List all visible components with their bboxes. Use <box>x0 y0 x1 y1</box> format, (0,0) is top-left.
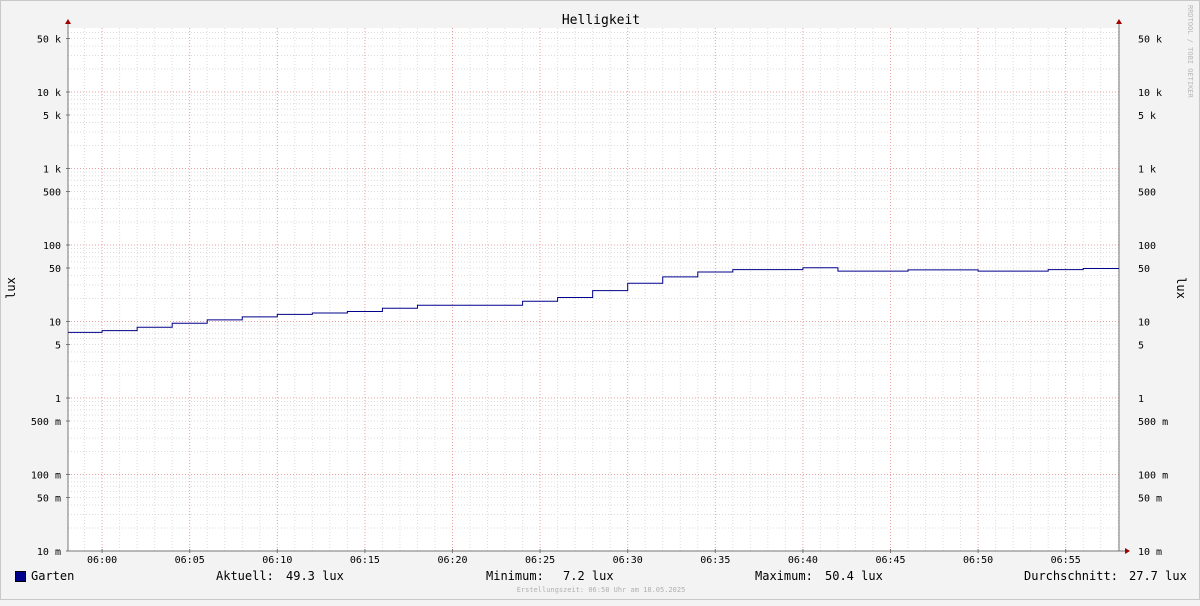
y-tick-label-left: 1 <box>55 394 61 405</box>
legend-current-value: 49.3 lux <box>286 569 344 583</box>
y-tick-label-right: 50 <box>1138 264 1150 275</box>
y-tick-label-left: 10 <box>49 318 61 329</box>
x-axis-arrow <box>1125 548 1130 554</box>
x-tick-label: 06:35 <box>700 555 730 566</box>
x-tick-label: 06:40 <box>788 555 818 566</box>
y-tick-label-right: 1 k <box>1138 165 1156 176</box>
x-tick-label: 06:30 <box>613 555 643 566</box>
legend-max-label: Maximum: <box>755 569 813 583</box>
x-tick-label: 06:20 <box>437 555 467 566</box>
x-tick-label: 06:15 <box>350 555 380 566</box>
x-tick-label: 06:10 <box>262 555 292 566</box>
y-tick-label-right: 1 <box>1138 394 1144 405</box>
legend-min-value: 7.2 lux <box>563 569 614 583</box>
y-tick-label-left: 50 k <box>37 35 61 46</box>
chart-title: Helligkeit <box>562 13 640 28</box>
y-tick-label-right: 100 m <box>1138 471 1168 482</box>
x-tick-label: 06:50 <box>963 555 993 566</box>
legend-max-value: 50.4 lux <box>825 569 883 583</box>
x-tick-label: 06:25 <box>525 555 555 566</box>
y-tick-label-right: 100 <box>1138 241 1156 252</box>
y-tick-label-right: 5 k <box>1138 111 1156 122</box>
y-tick-label-left: 50 m <box>37 494 61 505</box>
plot-background <box>68 28 1119 551</box>
y-tick-label-left: 5 k <box>43 111 61 122</box>
y-axis-label-right: lux <box>1174 277 1188 299</box>
legend-min-label: Minimum: <box>486 569 544 583</box>
y-tick-label-right: 500 m <box>1138 417 1168 428</box>
y-tick-label-right: 10 k <box>1138 88 1162 99</box>
y-axis-arrow-right <box>1116 19 1122 24</box>
x-tick-label: 06:45 <box>875 555 905 566</box>
y-tick-label-left: 50 <box>49 264 61 275</box>
y-tick-label-left: 500 <box>43 188 61 199</box>
creation-time-footer: Erstellungszeit: 06:58 Uhr am 18.05.2025 <box>516 586 686 594</box>
y-tick-label-right: 10 m <box>1138 547 1162 558</box>
y-tick-label-left: 10 k <box>37 88 61 99</box>
chart-frame: 10 m 10 m 50 m 50 m 100 m 100 m 500 m 500 m 1 1 5 5… <box>0 0 1200 600</box>
y-tick-label-left: 1 k <box>43 165 61 176</box>
y-tick-label-left: 500 m <box>31 417 61 428</box>
y-tick-label-left: 100 <box>43 241 61 252</box>
x-tick-label: 06:00 <box>87 555 117 566</box>
x-tick-label: 06:05 <box>175 555 205 566</box>
y-tick-label-right: 50 m <box>1138 494 1162 505</box>
y-tick-label-left: 10 m <box>37 547 61 558</box>
y-tick-label-right: 500 <box>1138 188 1156 199</box>
y-axis-label-left: lux <box>4 277 18 299</box>
legend-current-label: Aktuell: <box>216 569 274 583</box>
y-tick-label-left: 100 m <box>31 471 61 482</box>
legend-avg-value: 27.7 lux <box>1129 569 1187 583</box>
brightness-chart: 10 m 10 m 50 m 50 m 100 m 100 m 500 m 500 m 1 1 5 5… <box>4 5 1194 566</box>
legend-series-name: Garten <box>31 569 75 583</box>
y-tick-label-right: 5 <box>1138 341 1144 352</box>
legend-avg-label: Durchschnitt: <box>1024 569 1118 583</box>
legend-swatch-garten <box>15 571 26 582</box>
y-tick-label-left: 5 <box>55 341 61 352</box>
y-tick-label-right: 10 <box>1138 318 1150 329</box>
y-tick-label-right: 50 k <box>1138 35 1162 46</box>
x-tick-label: 06:55 <box>1051 555 1081 566</box>
watermark: RRDTOOL / TOBI OETIKER <box>1186 5 1194 99</box>
y-axis-arrow-left <box>65 19 71 24</box>
